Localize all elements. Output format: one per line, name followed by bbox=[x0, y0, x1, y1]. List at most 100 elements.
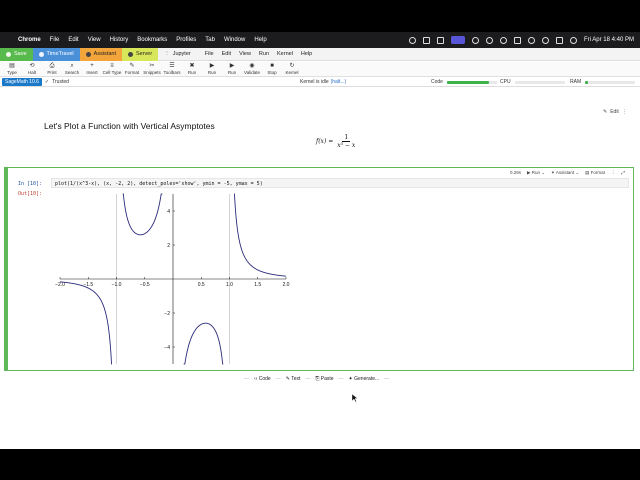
trusted-label[interactable]: Trusted bbox=[52, 79, 69, 85]
insert-icon: + bbox=[90, 63, 94, 69]
function-curve-segment bbox=[183, 322, 224, 365]
formula-lhs: f(x) = bbox=[316, 138, 334, 145]
menu-help[interactable]: Help bbox=[301, 51, 312, 57]
jupyter-button[interactable]: ⋮ Jupyter bbox=[158, 48, 197, 61]
jupyter-icon: ⋮ bbox=[164, 51, 170, 57]
toolbar-validate-button[interactable]: ◉ Validate bbox=[242, 62, 262, 75]
server-button[interactable]: Server bbox=[121, 47, 159, 61]
formula-fraction: 1 x³ − x bbox=[335, 134, 357, 149]
y-tick-label: 2 bbox=[167, 243, 170, 249]
menubar-item-bookmarks[interactable]: Bookmarks bbox=[137, 37, 167, 43]
timetravel-button[interactable]: TimeTravel bbox=[32, 47, 80, 61]
toolbar-stop-button[interactable]: ■ Stop bbox=[262, 62, 282, 75]
toolbar-run-selected-button[interactable]: ▶ Run bbox=[222, 62, 242, 75]
toolbar-kernel-button[interactable]: ↻ Kernel bbox=[282, 62, 302, 75]
server-icon bbox=[127, 51, 133, 57]
screen-icon[interactable] bbox=[422, 36, 430, 44]
bluetooth-icon[interactable] bbox=[471, 36, 479, 44]
icon-toolbar: ▤ Type ⟲ Halt ⎙ Print ⌕ Search + Insert ≡ Cell Type… bbox=[0, 62, 640, 77]
function-curve-segment bbox=[234, 193, 287, 277]
x-tick-label: 1.5 bbox=[254, 282, 261, 288]
menubar-item-history[interactable]: History bbox=[110, 37, 129, 43]
kernel-name-badge[interactable]: SageMath 10.6 bbox=[2, 78, 42, 86]
toolbar-type-button[interactable]: ▤ Type bbox=[2, 62, 22, 75]
type-icon: ▤ bbox=[9, 63, 15, 69]
menubar-item-view[interactable]: View bbox=[88, 37, 101, 43]
run-all-icon: ▶ bbox=[209, 63, 215, 69]
ram-meter-fill bbox=[585, 80, 588, 84]
capture-icon[interactable] bbox=[436, 36, 444, 44]
menu-edit[interactable]: Edit bbox=[222, 51, 231, 57]
toolbar-run-all-button[interactable]: ▶ Run bbox=[202, 62, 222, 75]
toolbar-cell-type-button[interactable]: ≡ Cell Type bbox=[102, 62, 122, 75]
kernel-state: Kernel is idle bbox=[300, 79, 329, 85]
menubar-item-tab[interactable]: Tab bbox=[205, 37, 215, 43]
edit-markdown-button[interactable]: ✎ Edit ⋮ bbox=[603, 109, 627, 115]
top-toolbar: Save TimeTravel Assistant Server ⋮ Jupyt… bbox=[0, 47, 640, 61]
menubar-item-profiles[interactable]: Profiles bbox=[176, 37, 196, 43]
add-code-cell-button[interactable]: ‹› Code bbox=[254, 376, 271, 382]
toolbar-snippets-button[interactable]: ✂ Snippets bbox=[142, 62, 162, 75]
snippets-icon: ✂ bbox=[149, 63, 155, 69]
menubar-item-edit[interactable]: Edit bbox=[68, 37, 78, 43]
input-prompt: In [10]: bbox=[18, 181, 43, 187]
jupyter-window: Save TimeTravel Assistant Server ⋮ Jupyt… bbox=[0, 47, 640, 449]
cell-run-button[interactable]: ▶ Run ⌄ bbox=[527, 170, 545, 176]
menubar-app-name[interactable]: Chrome bbox=[18, 37, 41, 43]
search-icon: ⌕ bbox=[70, 63, 74, 69]
user-icon[interactable] bbox=[569, 36, 577, 44]
cell-expand-icon[interactable]: ⤢ bbox=[621, 170, 625, 175]
cell-assistant-button[interactable]: ✦ Assistant ⌄ bbox=[551, 170, 579, 176]
record-icon[interactable] bbox=[408, 36, 416, 44]
toolbar-print-button[interactable]: ⎙ Print bbox=[42, 62, 62, 75]
generate-cell-button[interactable]: ✦ Generate... bbox=[349, 376, 380, 382]
toolbar-format-button[interactable]: ✎ Format bbox=[122, 62, 142, 75]
cell-type-icon: ≡ bbox=[110, 63, 114, 69]
print-icon: ⎙ bbox=[49, 63, 55, 69]
history-icon bbox=[38, 51, 44, 57]
halt-icon: ⟲ bbox=[29, 63, 35, 69]
toolbar-halt-button[interactable]: ⟲ Halt bbox=[22, 62, 42, 75]
spotlight-icon[interactable] bbox=[541, 36, 549, 44]
toolbar-insert-button[interactable]: + Insert bbox=[82, 62, 102, 75]
add-text-cell-button[interactable]: ✎ Text bbox=[286, 376, 301, 382]
battery-icon[interactable] bbox=[513, 36, 521, 44]
wifi-icon[interactable] bbox=[527, 36, 535, 44]
menubar-item-file[interactable]: File bbox=[50, 37, 60, 43]
menubar-item-help[interactable]: Help bbox=[254, 37, 266, 43]
kernel-icon: ↻ bbox=[289, 63, 295, 69]
halt-link[interactable]: (halt...) bbox=[331, 79, 347, 85]
code-cell[interactable]: 0.29s ▶ Run ⌄ ✦ Assistant ⌄ ▤ Format ⋮ ⤢… bbox=[4, 167, 634, 371]
output-prompt: Out[10]: bbox=[18, 191, 43, 197]
y-tick-label: 4 bbox=[167, 209, 170, 215]
assistant-button[interactable]: Assistant bbox=[79, 47, 122, 61]
active-app-icon[interactable] bbox=[450, 36, 465, 44]
menubar-item-window[interactable]: Window bbox=[224, 37, 245, 43]
cell-toolbar: 0.29s ▶ Run ⌄ ✦ Assistant ⌄ ▤ Format ⋮ ⤢ bbox=[510, 169, 625, 176]
timer-icon[interactable] bbox=[499, 36, 507, 44]
run-icon: ✖ bbox=[189, 63, 195, 69]
menubar-datetime[interactable]: Fri Apr 18 4:40 PM bbox=[584, 37, 634, 43]
code-editor[interactable]: plot(1/(x^3-x), (x, -2, 2), detect_poles… bbox=[51, 178, 629, 188]
paste-cell-button[interactable]: ⎘ Paste bbox=[315, 376, 333, 382]
plot-output: −2.0 −1.5 −1.0 −0.5 0.5 1.0 1.5 2.0 −4 −2 2 4 bbox=[55, 193, 290, 365]
menu-kernel[interactable]: Kernel bbox=[277, 51, 293, 57]
cpu-meter: CPU bbox=[500, 77, 565, 87]
cell-format-button[interactable]: ▤ Format bbox=[585, 170, 605, 176]
menu-file[interactable]: File bbox=[205, 51, 214, 57]
ram-meter: RAM bbox=[570, 77, 636, 87]
toolbar-run-button[interactable]: ✖ Run bbox=[182, 62, 202, 75]
menu-run[interactable]: Run bbox=[259, 51, 269, 57]
function-curve-segment bbox=[122, 193, 163, 236]
toolbar-toolbars-button[interactable]: ☰ Toolbars bbox=[162, 62, 182, 75]
function-curve-segment bbox=[59, 281, 112, 365]
formula-numerator: 1 bbox=[342, 134, 351, 142]
menu-view[interactable]: View bbox=[239, 51, 251, 57]
cell-more-icon[interactable]: ⋮ bbox=[611, 170, 616, 176]
code-meter: Code bbox=[431, 77, 497, 87]
control-center-icon[interactable] bbox=[555, 36, 563, 44]
toolbar-search-button[interactable]: ⌕ Search bbox=[62, 62, 82, 75]
x-tick-label: −0.5 bbox=[140, 282, 150, 288]
focus-icon[interactable] bbox=[485, 36, 493, 44]
save-button[interactable]: Save bbox=[0, 47, 33, 61]
